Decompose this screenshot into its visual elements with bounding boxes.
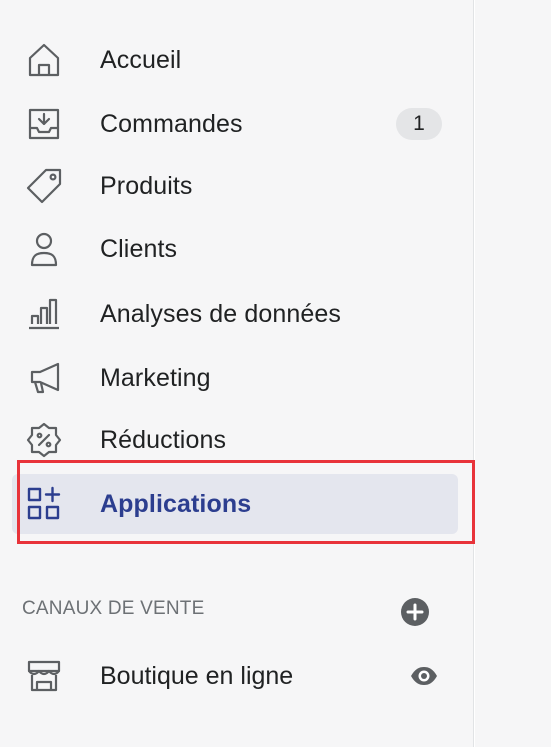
- tag-icon: [22, 164, 66, 208]
- apps-icon: [22, 482, 66, 526]
- bar-chart-icon: [22, 292, 66, 336]
- orders-count-badge: 1: [396, 108, 442, 140]
- discount-icon: [22, 418, 66, 462]
- sidebar-item-boutique[interactable]: Boutique en ligne: [12, 646, 458, 706]
- sidebar-item-label: Boutique en ligne: [100, 661, 294, 690]
- sidebar-item-reductions[interactable]: Réductions: [12, 410, 458, 470]
- sidebar-item-commandes[interactable]: Commandes 1: [12, 94, 458, 154]
- sidebar-item-applications[interactable]: Applications: [12, 474, 458, 534]
- sidebar-item-label: Marketing: [100, 363, 211, 392]
- sales-channels-title: CANAUX DE VENTE: [22, 598, 205, 619]
- sidebar: Accueil Commandes 1 Produits Clients Ana…: [0, 0, 475, 747]
- sidebar-item-marketing[interactable]: Marketing: [12, 348, 458, 408]
- store-icon: [22, 654, 66, 698]
- orders-icon: [22, 102, 66, 146]
- person-icon: [22, 227, 66, 271]
- sidebar-item-produits[interactable]: Produits: [12, 156, 458, 216]
- sidebar-item-label: Analyses de données: [100, 299, 341, 328]
- sidebar-item-label: Applications: [100, 489, 252, 518]
- sidebar-item-analyses[interactable]: Analyses de données: [12, 284, 458, 344]
- eye-icon[interactable]: [408, 660, 440, 692]
- megaphone-icon: [22, 356, 66, 400]
- sidebar-item-accueil[interactable]: Accueil: [12, 30, 458, 90]
- sidebar-item-label: Accueil: [100, 45, 182, 74]
- sidebar-item-label: Produits: [100, 171, 193, 200]
- add-channel-icon[interactable]: [399, 596, 431, 628]
- sidebar-item-clients[interactable]: Clients: [12, 219, 458, 279]
- sidebar-item-label: Clients: [100, 234, 178, 263]
- sidebar-item-label: Réductions: [100, 425, 227, 454]
- home-icon: [22, 38, 66, 82]
- sidebar-item-label: Commandes: [100, 109, 243, 138]
- main-content-area: [475, 0, 551, 747]
